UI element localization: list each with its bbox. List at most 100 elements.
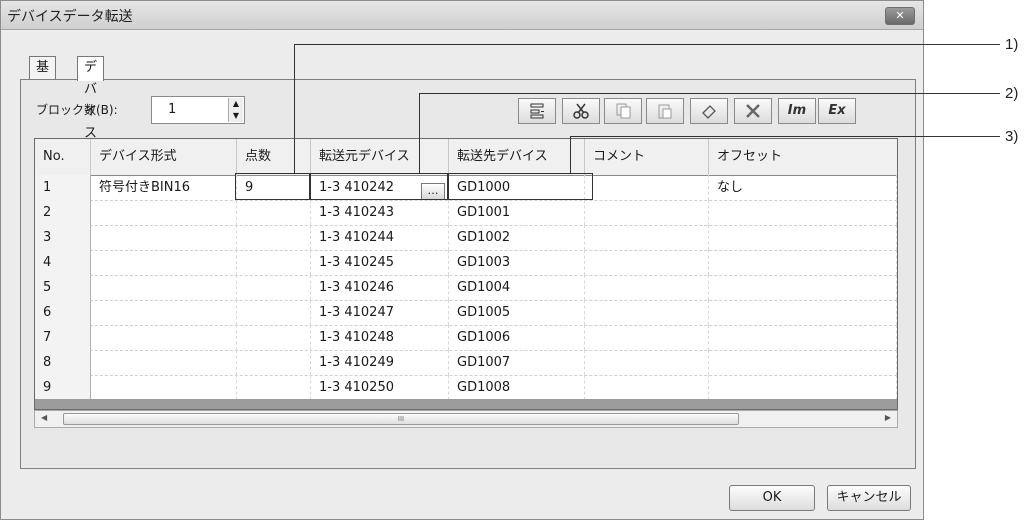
cell-comment[interactable] <box>585 350 709 375</box>
cell-points[interactable] <box>237 350 311 375</box>
cell-points[interactable] <box>237 250 311 275</box>
ok-button[interactable]: OK <box>729 485 815 511</box>
cell-no: 5 <box>35 275 91 300</box>
table-row[interactable]: 7 1-3 410248 GD1006 <box>35 325 897 351</box>
cell-points[interactable] <box>237 275 311 300</box>
cell-comment[interactable] <box>585 200 709 225</box>
cell-offset[interactable] <box>709 375 897 400</box>
scroll-right-icon[interactable]: ▶ <box>885 413 891 422</box>
cell-source-device[interactable]: 1-3 410244 <box>311 225 449 250</box>
cell-comment[interactable] <box>585 375 709 400</box>
table-row[interactable]: 4 1-3 410245 GD1003 <box>35 250 897 276</box>
cancel-button[interactable]: キャンセル <box>827 485 911 511</box>
cell-dest-device[interactable]: GD1008 <box>449 375 585 400</box>
cell-device-type[interactable] <box>91 375 237 400</box>
cell-comment[interactable] <box>585 225 709 250</box>
table-header: No. デバイス形式 点数 転送元デバイス 転送先デバイス コメント オフセット <box>35 139 897 176</box>
callout-line-1-vertical <box>294 44 295 174</box>
cell-device-type[interactable]: 符号付きBIN16 <box>91 175 237 200</box>
insert-row-icon[interactable] <box>518 98 556 124</box>
col-points: 点数 <box>237 139 311 175</box>
cut-icon[interactable] <box>562 98 600 124</box>
spin-down-icon[interactable]: ▼ <box>228 110 243 122</box>
callout-label-2: 2) <box>1005 85 1019 102</box>
cell-source-device[interactable]: 1-3 410246 <box>311 275 449 300</box>
table-row[interactable]: 9 1-3 410250 GD1008 <box>35 375 897 401</box>
cell-dest-device[interactable]: GD1002 <box>449 225 585 250</box>
cell-comment[interactable] <box>585 175 709 200</box>
callout-line-3-horizontal <box>570 136 1000 137</box>
cell-source-device[interactable]: 1-3 410249 <box>311 350 449 375</box>
export-icon[interactable]: Ex <box>818 98 856 124</box>
horizontal-scrollbar[interactable]: ◀ III ▶ <box>34 410 898 428</box>
cell-points[interactable] <box>237 375 311 400</box>
table-empty-area <box>35 399 897 409</box>
cell-device-type[interactable] <box>91 200 237 225</box>
cell-no: 1 <box>35 175 91 200</box>
cell-comment[interactable] <box>585 250 709 275</box>
cell-device-type[interactable] <box>91 325 237 350</box>
cell-dest-device[interactable]: GD1007 <box>449 350 585 375</box>
scroll-thumb[interactable]: III <box>63 413 739 425</box>
col-no: No. <box>35 139 91 175</box>
cell-comment[interactable] <box>585 275 709 300</box>
cell-no: 3 <box>35 225 91 250</box>
scroll-left-icon[interactable]: ◀ <box>41 413 47 422</box>
cell-comment[interactable] <box>585 325 709 350</box>
cell-dest-device[interactable]: GD1003 <box>449 250 585 275</box>
cell-points[interactable] <box>237 225 311 250</box>
cell-offset[interactable] <box>709 350 897 375</box>
close-button[interactable]: ✕ <box>885 7 915 25</box>
cell-points[interactable] <box>237 200 311 225</box>
cell-no: 9 <box>35 375 91 400</box>
cell-offset[interactable] <box>709 225 897 250</box>
cell-source-device[interactable]: 1-3 410243 <box>311 200 449 225</box>
cell-dest-device[interactable]: GD1004 <box>449 275 585 300</box>
cell-offset[interactable] <box>709 275 897 300</box>
cell-no: 7 <box>35 325 91 350</box>
cell-offset[interactable] <box>709 300 897 325</box>
title-bar: デバイスデータ転送 ✕ <box>1 1 923 30</box>
cell-source-device[interactable]: 1-3 410248 <box>311 325 449 350</box>
table-row[interactable]: 8 1-3 410249 GD1007 <box>35 350 897 376</box>
cell-dest-device[interactable]: GD1001 <box>449 200 585 225</box>
cell-source-device[interactable]: 1-3 410247 <box>311 300 449 325</box>
cell-device-type[interactable] <box>91 250 237 275</box>
tab-basic[interactable]: 基本 <box>29 56 57 97</box>
spin-up-icon[interactable]: ▲ <box>228 98 243 110</box>
callout-label-1: 1) <box>1005 36 1019 53</box>
cell-offset[interactable] <box>709 325 897 350</box>
table-row[interactable]: 2 1-3 410243 GD1001 <box>35 200 897 226</box>
cell-source-device[interactable]: 1-3 410245 <box>311 250 449 275</box>
cell-points[interactable] <box>237 325 311 350</box>
cell-offset[interactable]: なし <box>709 175 897 200</box>
cell-no: 8 <box>35 350 91 375</box>
block-count-stepper[interactable]: 1 ▲ ▼ <box>151 96 245 124</box>
cell-device-type[interactable] <box>91 350 237 375</box>
cell-device-type[interactable] <box>91 275 237 300</box>
table-row[interactable]: 3 1-3 410244 GD1002 <box>35 225 897 251</box>
highlight-source-cell <box>309 173 449 200</box>
delete-icon[interactable] <box>734 98 772 124</box>
cell-no: 6 <box>35 300 91 325</box>
eraser-icon[interactable] <box>690 98 728 124</box>
col-device-type: デバイス形式 <box>91 139 237 175</box>
cell-device-type[interactable] <box>91 225 237 250</box>
col-dest-device: 転送先デバイス <box>449 139 585 175</box>
tab-device[interactable]: デバイス <box>77 56 105 141</box>
cell-device-type[interactable] <box>91 300 237 325</box>
import-icon[interactable]: Im <box>778 98 816 124</box>
cell-dest-device[interactable]: GD1006 <box>449 325 585 350</box>
cell-offset[interactable] <box>709 200 897 225</box>
copy-icon[interactable] <box>604 98 642 124</box>
cell-points[interactable] <box>237 300 311 325</box>
cell-dest-device[interactable]: GD1005 <box>449 300 585 325</box>
paste-icon[interactable] <box>646 98 684 124</box>
table-row[interactable]: 5 1-3 410246 GD1004 <box>35 275 897 301</box>
col-source-device: 転送元デバイス <box>311 139 449 175</box>
callout-line-2-vertical <box>419 93 420 174</box>
cell-offset[interactable] <box>709 250 897 275</box>
cell-comment[interactable] <box>585 300 709 325</box>
cell-source-device[interactable]: 1-3 410250 <box>311 375 449 400</box>
table-row[interactable]: 6 1-3 410247 GD1005 <box>35 300 897 326</box>
